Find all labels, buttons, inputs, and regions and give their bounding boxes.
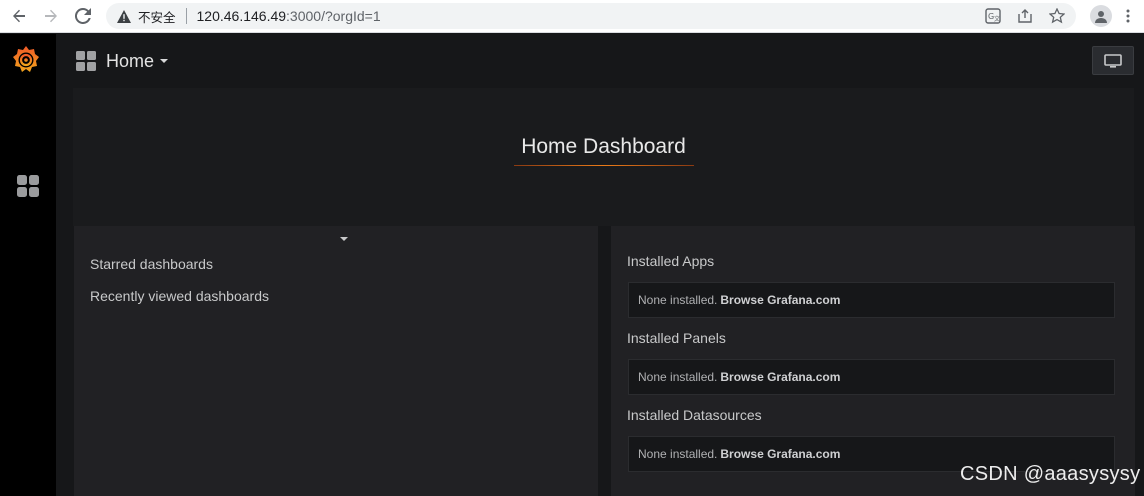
warning-triangle-icon[interactable] [116,8,132,24]
dashboard-navbar: Home [56,34,1144,88]
forward-button[interactable] [35,1,67,31]
url-separator [185,8,187,24]
installed-apps-box: None installed. Browse Grafana.com [628,282,1115,318]
reload-icon [75,8,91,24]
installed-apps-heading: Installed Apps [627,253,715,269]
translate-icon[interactable]: G文 [980,3,1006,29]
arrow-right-icon [45,9,57,23]
side-menu [0,34,56,496]
arrow-left-icon [13,9,25,23]
home-dashboard-header-panel: Home Dashboard [73,88,1134,226]
dashboard-list-panel: Starred dashboards Recently viewed dashb… [74,226,598,496]
reload-button[interactable] [67,1,99,31]
profile-icon[interactable] [1090,5,1112,27]
browse-apps-link[interactable]: Browse Grafana.com [720,293,840,307]
dashboards-grid-icon[interactable] [17,175,39,197]
chevron-down-icon [160,59,169,63]
installed-apps-none-text: None installed. [638,293,718,307]
recently-viewed-dashboards-link[interactable]: Recently viewed dashboards [90,288,269,304]
main-content: Home Home Dashboard Starred dashboards R… [56,34,1144,496]
dashboard-name: Home [106,50,155,71]
browser-actions [1090,3,1138,29]
installed-panels-none-text: None installed. [638,370,718,384]
installed-datasources-none-text: None installed. [638,447,718,461]
browse-panels-link[interactable]: Browse Grafana.com [720,370,840,384]
browser-toolbar: 不安全 120.46.146.49:3000/?orgId=1 G文 [0,0,1144,33]
watermark: CSDN @aaasysysy [960,463,1141,485]
back-button[interactable] [3,1,35,31]
url-text[interactable]: 120.46.146.49:3000/?orgId=1 [197,8,381,24]
installed-datasources-heading: Installed Datasources [627,407,762,423]
plugin-list-panel: Installed Apps None installed. Browse Gr… [611,226,1135,496]
installed-panels-heading: Installed Panels [627,330,726,346]
svg-text:文: 文 [994,15,1000,23]
dashboard-grid-icon [76,51,96,71]
star-icon[interactable] [1044,3,1070,29]
tv-monitor-icon [1104,53,1122,68]
dashboard-picker-button[interactable]: Home [76,50,169,72]
share-icon[interactable] [1012,3,1038,29]
panel-menu-caret-icon[interactable] [340,237,348,241]
title-underline [514,165,694,166]
address-bar[interactable]: 不安全 120.46.146.49:3000/?orgId=1 G文 [106,3,1076,29]
url-path: :3000/?orgId=1 [286,8,381,24]
grafana-logo-icon[interactable] [10,44,42,76]
installed-panels-box: None installed. Browse Grafana.com [628,359,1115,395]
browse-datasources-link[interactable]: Browse Grafana.com [720,447,840,461]
tv-mode-button[interactable] [1092,46,1134,75]
omnibox-actions: G文 [980,3,1070,29]
page-title: Home Dashboard [521,135,686,158]
insecure-label: 不安全 [138,9,176,25]
url-host: 120.46.146.49 [196,8,287,24]
kebab-menu-icon[interactable] [1118,3,1138,29]
starred-dashboards-link[interactable]: Starred dashboards [90,256,213,272]
